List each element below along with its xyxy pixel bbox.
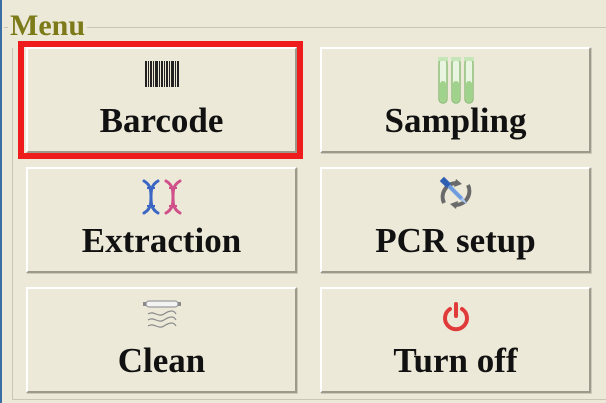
dna-icon — [142, 179, 181, 215]
clean-label: Clean — [117, 341, 206, 380]
extraction-button[interactable]: Extraction — [26, 167, 297, 273]
group-border-top — [4, 27, 606, 28]
power-icon — [442, 302, 469, 332]
test-tubes-icon — [437, 57, 474, 104]
turn-off-button[interactable]: Turn off — [320, 287, 591, 393]
barcode-button[interactable]: Barcode — [26, 47, 297, 153]
group-border-bottom — [12, 399, 606, 400]
pipette-icon — [439, 176, 471, 209]
pcr-setup-button[interactable]: PCR setup — [320, 167, 591, 273]
barcode-label: Barcode — [99, 101, 224, 140]
menu-panel: Menu Barcode Sampling Extraction PCR set… — [0, 0, 606, 403]
turn-off-label: Turn off — [393, 341, 518, 380]
sampling-label: Sampling — [384, 101, 527, 140]
clean-button[interactable]: Clean — [26, 287, 297, 393]
barcode-icon — [144, 61, 179, 87]
group-border-left — [12, 27, 13, 399]
uv-lamp-icon — [142, 300, 181, 328]
extraction-label: Extraction — [81, 221, 242, 260]
sampling-button[interactable]: Sampling — [320, 47, 591, 153]
menu-title: Menu — [8, 4, 87, 48]
pcr-setup-label: PCR setup — [375, 221, 536, 260]
